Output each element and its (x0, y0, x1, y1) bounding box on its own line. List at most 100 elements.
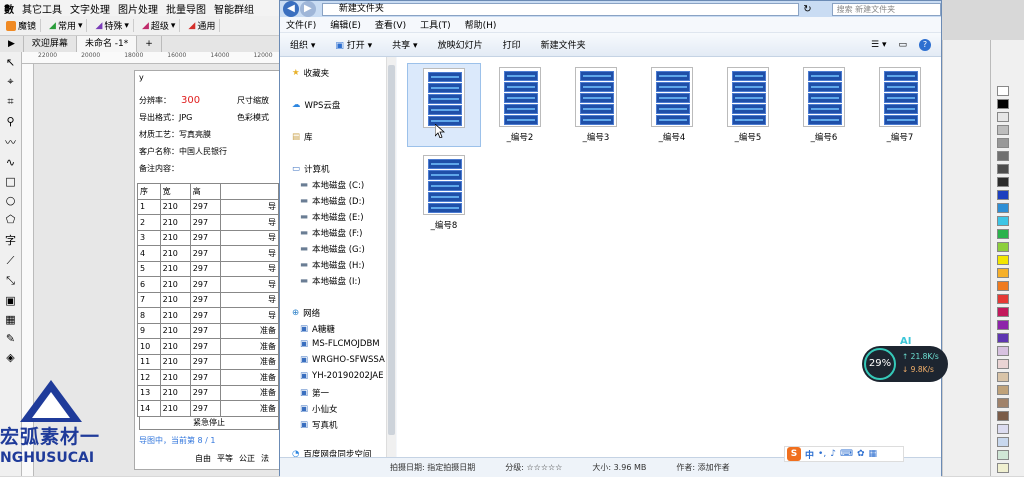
color-swatch[interactable] (997, 320, 1009, 330)
color-swatch[interactable] (997, 307, 1009, 317)
punctuation-icon[interactable]: •, (818, 449, 826, 459)
date-taken[interactable]: 拍摄日期: 指定拍摄日期 (390, 462, 475, 473)
slideshow-button[interactable]: 放映幻灯片 (438, 38, 483, 51)
color-swatch[interactable] (997, 398, 1009, 408)
toolbar-general-button[interactable]: ◢ 通用 (184, 19, 221, 32)
nav-favorites[interactable]: ★ 收藏夹 (292, 67, 329, 79)
nav-computer[interactable]: ▭ 计算机 (292, 163, 330, 175)
keyboard-icon[interactable]: ⌨ (840, 449, 853, 459)
help-icon[interactable]: ? (919, 38, 931, 51)
color-swatch[interactable] (997, 86, 1009, 96)
toolbar-mojing-button[interactable]: 魔镜 (2, 19, 42, 32)
nav-drive[interactable]: ▬ 本地磁盘 (I:) (300, 275, 361, 287)
shape-tool-icon[interactable]: ⌖ (7, 75, 13, 89)
menu-edit[interactable]: 编辑(E) (330, 18, 361, 31)
home-icon[interactable]: ▶ (0, 36, 24, 52)
toolbar-super-button[interactable]: ◢ 超级 ▾ (138, 19, 181, 32)
polygon-tool-icon[interactable]: ⬠ (6, 213, 16, 226)
organize-button[interactable]: 组织 ▾ (290, 38, 315, 51)
color-swatch[interactable] (997, 411, 1009, 421)
color-swatch[interactable] (997, 463, 1009, 473)
toolbar-common-button[interactable]: ◢ 常用 ▾ (45, 19, 88, 32)
color-swatch[interactable] (997, 229, 1009, 239)
color-swatch[interactable] (997, 125, 1009, 135)
nav-scroll-thumb[interactable] (388, 65, 395, 435)
nav-network-item[interactable]: ▣ A糖糖 (300, 323, 335, 335)
connector-tool-icon[interactable]: ⤡ (6, 274, 15, 288)
menu-item-text[interactable]: 文字处理 (70, 1, 110, 16)
color-swatch[interactable] (997, 294, 1009, 304)
nav-network-item[interactable]: ▣ MS-FLCMOJDBM (300, 339, 380, 349)
color-swatch[interactable] (997, 190, 1009, 200)
menu-tools[interactable]: 工具(T) (420, 18, 451, 31)
nav-library[interactable]: ▤ 库 (292, 131, 313, 143)
color-swatch[interactable] (997, 242, 1009, 252)
menu-item-image[interactable]: 图片处理 (118, 1, 158, 16)
color-swatch[interactable] (997, 164, 1009, 174)
color-swatch[interactable] (997, 138, 1009, 148)
add-tab-icon[interactable]: + (137, 36, 162, 52)
new-folder-button[interactable]: 新建文件夹 (541, 38, 586, 51)
nav-network-item[interactable]: ▣ 第一 (300, 387, 329, 399)
nav-drive[interactable]: ▬ 本地磁盘 (G:) (300, 243, 365, 255)
nav-drive[interactable]: ▬ 本地磁盘 (C:) (300, 179, 364, 191)
file-item[interactable]: _编号8 (407, 151, 481, 235)
color-swatch[interactable] (997, 385, 1009, 395)
color-swatch[interactable] (997, 333, 1009, 343)
back-icon[interactable]: ◀ (283, 1, 299, 17)
color-swatch[interactable] (997, 151, 1009, 161)
nav-network-item[interactable]: ▣ YH-20190202JAE (300, 371, 384, 381)
color-swatch[interactable] (997, 177, 1009, 187)
eyedropper-tool-icon[interactable]: ✎ (6, 332, 15, 345)
resolution-value[interactable]: 300 (181, 95, 200, 106)
nav-wps-cloud[interactable]: ☁ WPS云盘 (292, 99, 340, 111)
sogou-logo-icon[interactable]: S (787, 447, 801, 461)
menu-item-batch-export[interactable]: 批量导图 (166, 1, 206, 16)
view-options-icon[interactable]: ☰ ▾ (871, 40, 886, 50)
pick-tool-icon[interactable]: ↖ (6, 56, 15, 69)
zoom-tool-icon[interactable]: ⚲ (6, 115, 14, 128)
open-button[interactable]: ▣ 打开 ▾ (335, 38, 372, 51)
crop-tool-icon[interactable]: ⌗ (7, 95, 13, 109)
transparency-tool-icon[interactable]: ▦ (5, 313, 15, 326)
forward-icon[interactable]: ▶ (299, 1, 316, 17)
color-swatch[interactable] (997, 437, 1009, 447)
color-swatch[interactable] (997, 346, 1009, 356)
search-input[interactable]: 搜索 新建文件夹 (831, 2, 941, 16)
nav-drive[interactable]: ▬ 本地磁盘 (F:) (300, 227, 362, 239)
line-tool-icon[interactable]: ⟋ (7, 254, 15, 268)
nav-scrollbar[interactable] (386, 57, 396, 457)
print-button[interactable]: 打印 (503, 38, 521, 51)
file-item[interactable]: _编号3 (559, 63, 633, 147)
ellipse-tool-icon[interactable]: ○ (6, 194, 16, 207)
rectangle-tool-icon[interactable]: □ (5, 175, 15, 188)
nav-network-item[interactable]: ▣ WRGHO-SFWSSA (300, 355, 385, 365)
fill-tool-icon[interactable]: ◈ (6, 351, 14, 364)
shadow-tool-icon[interactable]: ▣ (5, 294, 15, 307)
file-item[interactable]: _编号7 (863, 63, 937, 147)
nav-drive[interactable]: ▬ 本地磁盘 (H:) (300, 259, 365, 271)
rating[interactable]: 分级: ☆☆☆☆☆ (505, 462, 562, 473)
freehand-tool-icon[interactable]: 〰 (5, 134, 16, 150)
color-swatch[interactable] (997, 372, 1009, 382)
color-swatch[interactable] (997, 450, 1009, 460)
file-item[interactable]: _编号6 (787, 63, 861, 147)
color-swatch[interactable] (997, 359, 1009, 369)
address-field[interactable]: 新建文件夹 (321, 2, 800, 16)
grid-menu-icon[interactable]: ▦ (868, 449, 877, 459)
nav-drive[interactable]: ▬ 本地磁盘 (E:) (300, 211, 364, 223)
curve-tool-icon[interactable]: ∿ (6, 156, 15, 169)
menu-view[interactable]: 查看(V) (375, 18, 406, 31)
color-swatch[interactable] (997, 112, 1009, 122)
color-swatch[interactable] (997, 255, 1009, 265)
color-swatch[interactable] (997, 268, 1009, 278)
menu-file[interactable]: 文件(F) (286, 18, 316, 31)
share-button[interactable]: 共享 ▾ (392, 38, 417, 51)
preview-pane-icon[interactable]: ▭ (898, 40, 907, 50)
color-swatch[interactable] (997, 281, 1009, 291)
tab-untitled[interactable]: 未命名 -1* (76, 36, 138, 52)
file-item[interactable]: _编号2 (483, 63, 557, 147)
ime-mode-toggle[interactable]: 中 (805, 448, 814, 461)
color-swatch[interactable] (997, 203, 1009, 213)
author[interactable]: 作者: 添加作者 (676, 462, 729, 473)
